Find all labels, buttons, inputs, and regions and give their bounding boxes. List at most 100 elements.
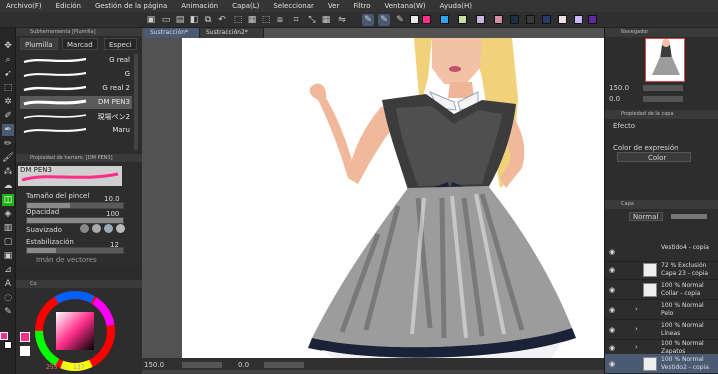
save-icon[interactable]: ◧ xyxy=(188,14,200,26)
palette-swatch[interactable] xyxy=(526,15,535,24)
fill-icon[interactable]: ▦ xyxy=(246,14,258,26)
pen-icon[interactable]: ✒ xyxy=(2,124,14,136)
open-icon[interactable]: ▤ xyxy=(174,14,186,26)
pencil-icon[interactable]: ✏ xyxy=(2,138,14,150)
opacity-slider-layer[interactable] xyxy=(671,214,707,219)
palette-swatch[interactable] xyxy=(510,15,519,24)
tab-especiales[interactable]: Especi xyxy=(104,38,137,50)
palette-swatch[interactable] xyxy=(558,15,567,24)
balloon-icon[interactable]: ◌ xyxy=(2,292,14,304)
eye-icon[interactable]: ◉ xyxy=(609,326,615,334)
menu-filtro[interactable]: Filtro xyxy=(353,2,370,10)
zoom-icon[interactable]: ⌕ xyxy=(2,54,14,66)
correct-line-icon[interactable]: ✎ xyxy=(2,306,14,318)
brush-icon[interactable]: 🖌 xyxy=(2,152,14,164)
folder-chevron-icon[interactable]: › xyxy=(635,325,638,333)
main-color-chip[interactable] xyxy=(20,332,30,342)
figure-icon[interactable]: ▢ xyxy=(2,236,14,248)
palette-swatch[interactable] xyxy=(588,15,597,24)
blend-icon[interactable]: ☁ xyxy=(2,180,14,192)
smoothing-option[interactable] xyxy=(104,224,113,233)
palette-swatch[interactable] xyxy=(440,15,449,24)
color-wheel[interactable] xyxy=(34,290,116,372)
grid-icon[interactable]: ▦ xyxy=(320,14,332,26)
smoothing-option[interactable] xyxy=(92,224,101,233)
pen-mode-2-icon[interactable]: ✎ xyxy=(378,14,390,26)
tab-document-1[interactable]: Sustracción* xyxy=(144,28,200,38)
zoom-slider[interactable] xyxy=(182,362,222,368)
flip-icon[interactable]: ⇋ xyxy=(336,14,348,26)
text-icon[interactable]: A xyxy=(2,278,14,290)
layer-row[interactable]: ◉ › 100 % Normal Pelo xyxy=(605,300,718,320)
navigator-preview[interactable] xyxy=(645,38,685,82)
operation-icon[interactable]: ➹ xyxy=(2,68,14,80)
palette-swatch[interactable] xyxy=(410,15,419,24)
sub-color-swatch[interactable] xyxy=(4,341,12,349)
clear-icon[interactable]: ⬚ xyxy=(232,14,244,26)
autoselect-icon[interactable]: ✲ xyxy=(2,96,14,108)
palette-swatch[interactable] xyxy=(494,15,503,24)
smoothing-option[interactable] xyxy=(80,224,89,233)
menu-capa[interactable]: Capa(L) xyxy=(232,2,259,10)
subtool-scrollbar[interactable] xyxy=(134,54,138,150)
pen-mode-3-icon[interactable]: ✎ xyxy=(394,14,406,26)
eye-icon[interactable]: ◉ xyxy=(609,266,615,274)
new-icon[interactable]: ▭ xyxy=(160,14,172,26)
eye-icon[interactable]: ◉ xyxy=(609,286,615,294)
horizontal-scrollbar[interactable] xyxy=(142,370,604,374)
tab-plumilla[interactable]: Plumilla xyxy=(20,38,58,50)
smoothing-option[interactable] xyxy=(116,224,125,233)
main-color-swatch[interactable] xyxy=(0,332,8,340)
palette-swatch[interactable] xyxy=(476,15,485,24)
expression-color-dropdown[interactable]: Color xyxy=(617,152,691,162)
drawing-canvas[interactable] xyxy=(182,38,604,358)
nav-rotate-slider[interactable] xyxy=(643,96,683,102)
select-icon[interactable]: ⬚ xyxy=(2,82,14,94)
brush-item[interactable]: 現場ペン2 xyxy=(20,110,132,123)
menu-archivo[interactable]: Archivo(F) xyxy=(6,2,42,10)
move-icon[interactable]: ✥ xyxy=(2,40,14,52)
tab-marcadores[interactable]: Marcad xyxy=(62,38,98,50)
copy-icon[interactable]: ⧉ xyxy=(202,14,214,26)
eyedropper-icon[interactable]: ✐ xyxy=(2,110,14,122)
eye-icon[interactable]: ◉ xyxy=(609,306,615,314)
menu-animacion[interactable]: Animación xyxy=(181,2,218,10)
rotate-slider[interactable] xyxy=(264,362,304,368)
opacity-slider[interactable] xyxy=(26,217,124,224)
invert-selection-icon[interactable]: ⧈ xyxy=(274,14,286,26)
tab-document-2[interactable]: Sustracción2* xyxy=(200,28,264,38)
palette-swatch[interactable] xyxy=(574,15,583,24)
layer-row[interactable]: ◉ 100 % Normal Vestido2 - copia xyxy=(605,354,718,374)
layer-row[interactable]: ◉ 72 % Exclusión Capa 23 - copia xyxy=(605,260,718,280)
deselect-icon[interactable]: ⬚ xyxy=(260,14,272,26)
folder-chevron-icon[interactable]: › xyxy=(635,343,638,351)
layer-row[interactable]: ◉ 100 % Normal Collar - copia xyxy=(605,280,718,300)
palette-swatch[interactable] xyxy=(458,15,467,24)
brush-item[interactable]: G real xyxy=(20,54,132,67)
crop-icon[interactable]: ⌗ xyxy=(290,14,302,26)
brush-item[interactable]: DM PEN3 xyxy=(20,96,132,109)
sub-color-chip[interactable] xyxy=(20,346,30,356)
airbrush-icon[interactable]: ⁂ xyxy=(2,166,14,178)
menu-ayuda[interactable]: Ayuda(H) xyxy=(440,2,472,10)
menu-gestion[interactable]: Gestión de la página xyxy=(95,2,167,10)
layer-row[interactable]: ◉ › 100 % Normal Líneas xyxy=(605,320,718,340)
app-icon[interactable]: ▣ xyxy=(145,14,157,26)
ruler-icon[interactable]: ⊿ xyxy=(2,264,14,276)
menu-seleccionar[interactable]: Seleccionar xyxy=(273,2,314,10)
menu-ver[interactable]: Ver xyxy=(328,2,339,10)
undo-icon[interactable]: ↶ xyxy=(216,14,228,26)
frame-icon[interactable]: ▣ xyxy=(2,250,14,262)
eye-icon[interactable]: ◉ xyxy=(609,360,615,368)
eye-icon[interactable]: ◉ xyxy=(609,248,615,256)
palette-swatch[interactable] xyxy=(542,15,551,24)
transform-icon[interactable]: ⤡ xyxy=(306,14,318,26)
layer-row[interactable]: ◉ Vestido4 - copia xyxy=(605,242,718,262)
fill-bucket-icon[interactable]: ◈ xyxy=(2,208,14,220)
gradient-icon[interactable]: ▥ xyxy=(2,222,14,234)
eye-icon[interactable]: ◉ xyxy=(609,344,615,352)
palette-swatch[interactable] xyxy=(422,15,431,24)
folder-chevron-icon[interactable]: › xyxy=(635,305,638,313)
brush-item[interactable]: Maru xyxy=(20,124,132,137)
brush-item[interactable]: G xyxy=(20,68,132,81)
